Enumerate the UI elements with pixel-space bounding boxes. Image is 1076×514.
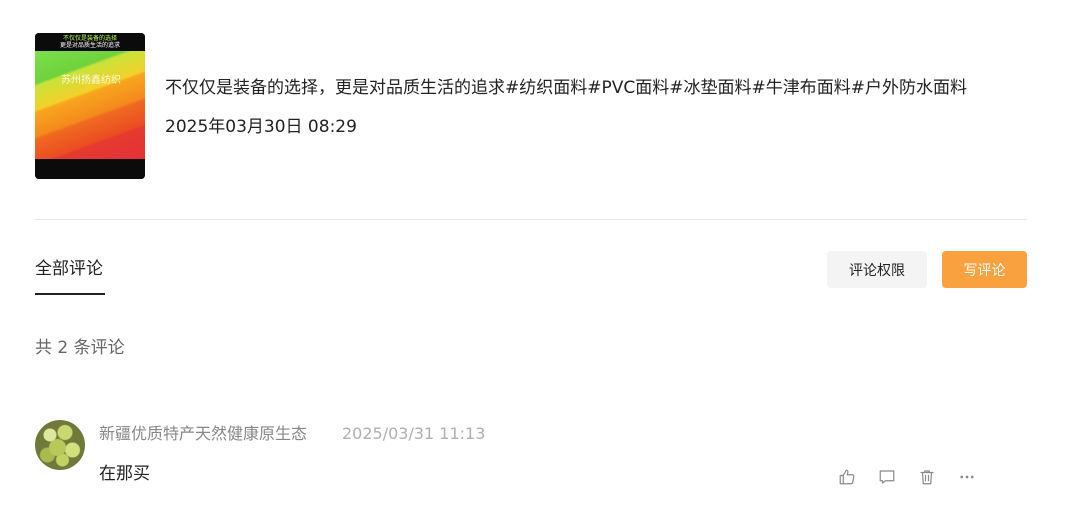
comment-count: 共 2 条评论 [35,338,125,358]
avatar[interactable] [35,420,85,470]
comment-author[interactable]: 新疆优质特产天然健康原生态 [99,423,307,445]
thumbnail-caption-line1: 不仅仅是装备的选择 [62,35,117,42]
post-title: 不仅仅是装备的选择，更是对品质生活的追求#纺织面料#PVC面料#冰垫面料#牛津布… [165,78,967,98]
delete-button[interactable] [917,467,937,487]
thumbnail-brand-watermark: 苏州扬鑫纺织 [61,75,121,86]
video-thumbnail[interactable]: 不仅仅是装备的选择 更是对品质生活的追求 苏州扬鑫纺织 [35,33,145,179]
more-button[interactable] [957,467,977,487]
comment-icon [879,470,895,484]
trash-icon [920,470,934,485]
more-icon [960,475,974,479]
thumbnail-bottom-band [35,159,145,179]
thumbnail-caption-line2: 更是对品质生活的追求 [59,42,120,49]
fabric-image [35,51,145,159]
comment-time: 2025/03/31 11:13 [342,424,486,443]
thumbs-up-icon [839,469,855,485]
comment-permission-button[interactable]: 评论权限 [827,251,927,288]
post-publish-time: 2025年03月30日 08:29 [165,117,357,137]
tab-active-indicator [35,293,105,295]
tab-all-comments[interactable]: 全部评论 [35,256,103,282]
like-button[interactable] [837,467,857,487]
comment-text: 在那买 [99,464,150,484]
divider [35,219,1027,220]
reply-button[interactable] [877,467,897,487]
write-comment-button[interactable]: 写评论 [942,251,1027,288]
